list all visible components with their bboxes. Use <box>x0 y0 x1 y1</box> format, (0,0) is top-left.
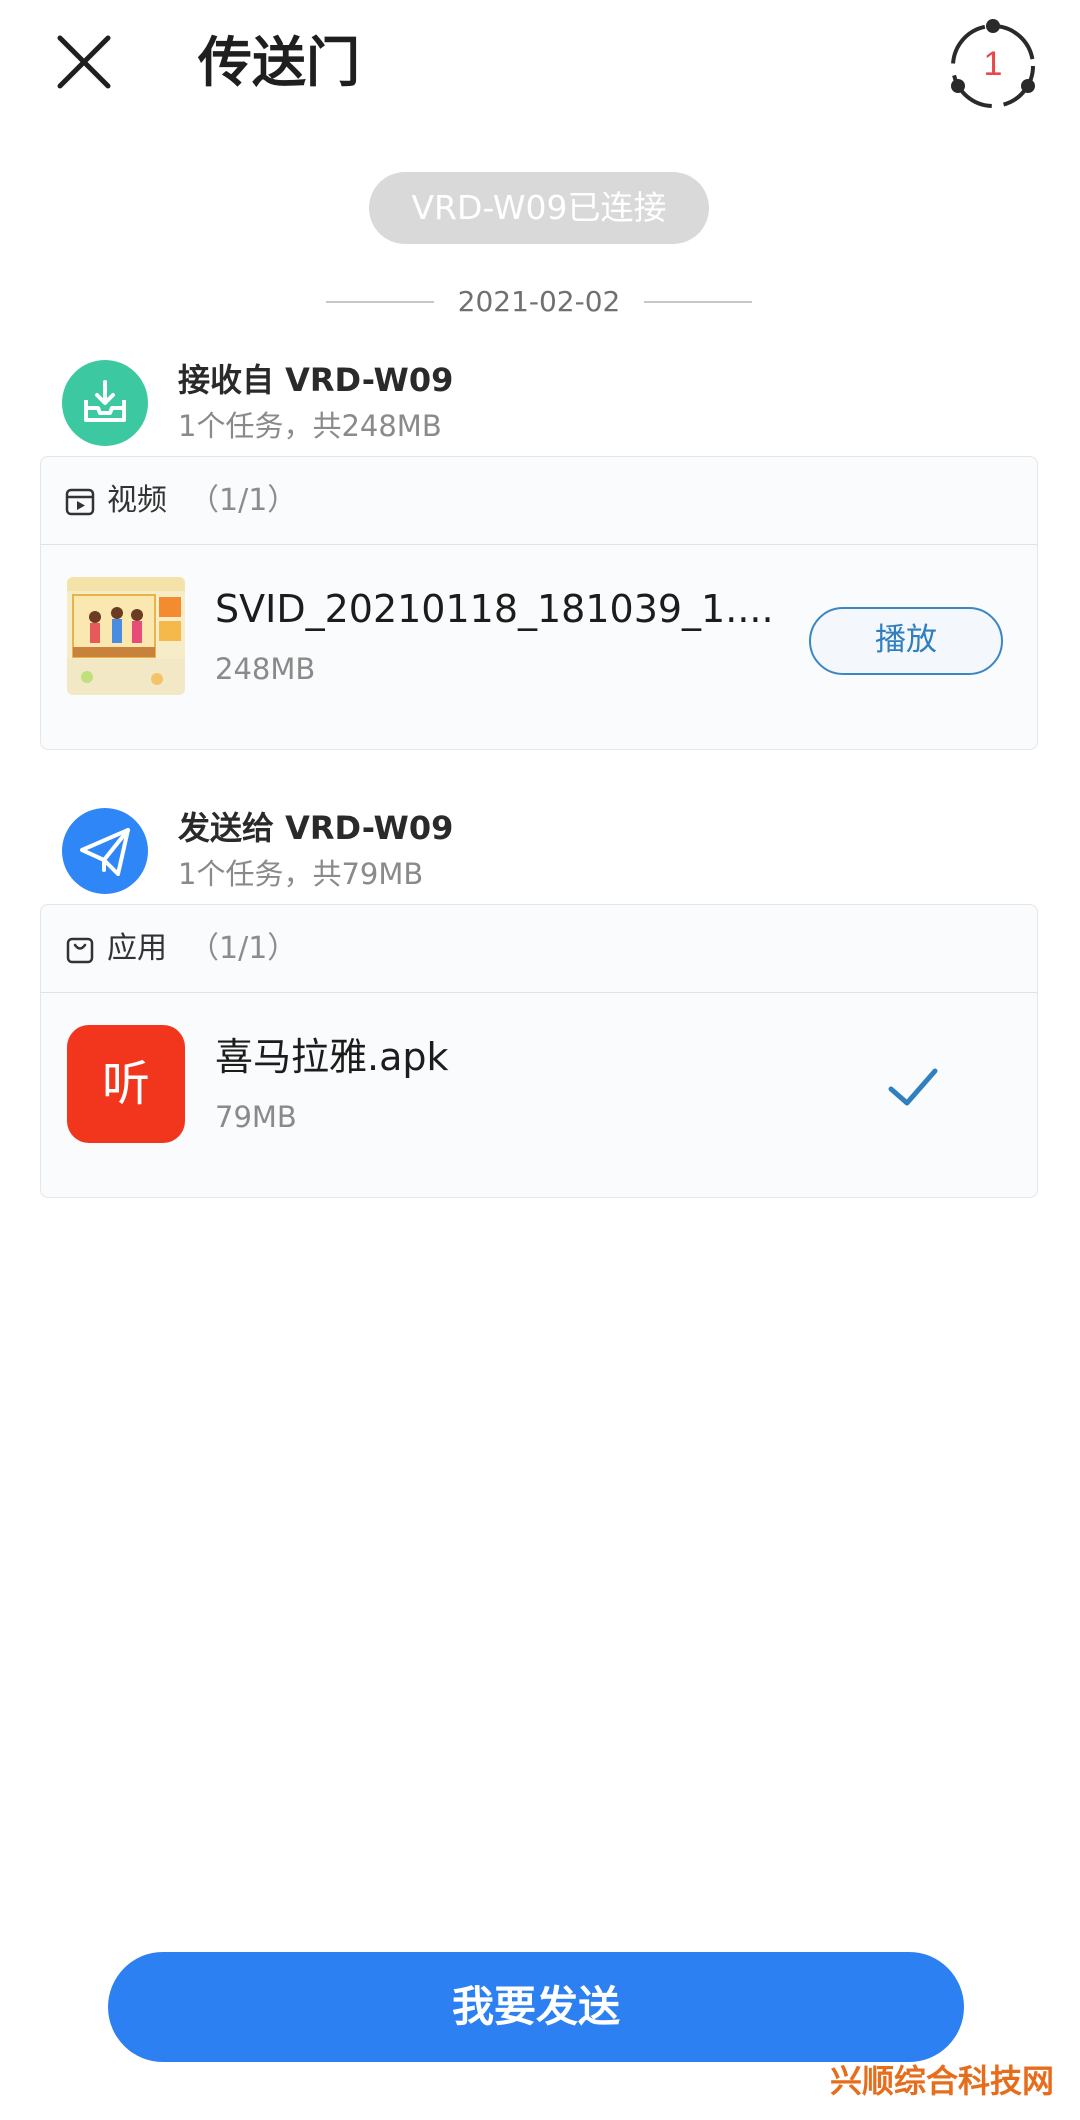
share-connection-button[interactable]: 1 <box>940 14 1046 114</box>
sent-section-header: 发送给 VRD-W09 1个任务，共79MB <box>0 798 1080 898</box>
share-count-badge: 1 <box>983 45 1003 83</box>
check-icon <box>888 1068 938 1106</box>
file-item[interactable]: 听 喜马拉雅.apk 79MB <box>41 993 1037 1191</box>
file-size: 79MB <box>215 1100 297 1134</box>
received-title: 接收自 VRD-W09 <box>178 361 454 399</box>
received-section-header: 接收自 VRD-W09 1个任务，共248MB <box>0 350 1080 450</box>
category-count: （1/1） <box>189 483 298 518</box>
close-icon <box>57 35 111 89</box>
sent-card: 应用 （1/1） 听 喜马拉雅.apk 79MB <box>40 904 1038 1198</box>
category-label: 应用 <box>107 931 167 966</box>
page-title: 传送门 <box>198 31 360 94</box>
received-card: 视频 （1/1） SVID_20210118_181039_1.... 248M… <box>40 456 1038 750</box>
file-name: SVID_20210118_181039_1.... <box>215 587 774 631</box>
video-icon <box>65 488 95 516</box>
category-count: （1/1） <box>189 931 298 966</box>
category-header: 视频 （1/1） <box>41 457 1037 545</box>
top-bar: 传送门 1 <box>0 0 1080 130</box>
watermark-text: 兴顺综合科技网 <box>829 2062 1054 2100</box>
close-button[interactable] <box>50 28 120 98</box>
ximalaya-app-icon: 听 <box>67 1025 185 1143</box>
date-separator: 2021-02-02 <box>326 282 752 322</box>
received-summary: 1个任务，共248MB <box>178 409 442 443</box>
connection-status-pill: VRD-W09已连接 <box>369 172 709 244</box>
date-label: 2021-02-02 <box>457 285 621 318</box>
play-button[interactable]: 播放 <box>809 607 1003 675</box>
file-name: 喜马拉雅.apk <box>215 1035 449 1079</box>
file-item[interactable]: SVID_20210118_181039_1.... 248MB 播放 <box>41 545 1037 743</box>
send-plane-icon <box>62 808 148 894</box>
divider-line <box>644 301 752 303</box>
sent-summary: 1个任务，共79MB <box>178 857 424 891</box>
category-header: 应用 （1/1） <box>41 905 1037 993</box>
divider-line <box>326 301 434 303</box>
receive-icon <box>62 360 148 446</box>
app-bag-icon <box>66 937 94 964</box>
category-label: 视频 <box>107 483 167 518</box>
file-size: 248MB <box>215 652 316 686</box>
video-thumbnail <box>67 577 185 695</box>
send-button[interactable]: 我要发送 <box>108 1952 964 2062</box>
sent-title: 发送给 VRD-W09 <box>178 809 454 847</box>
